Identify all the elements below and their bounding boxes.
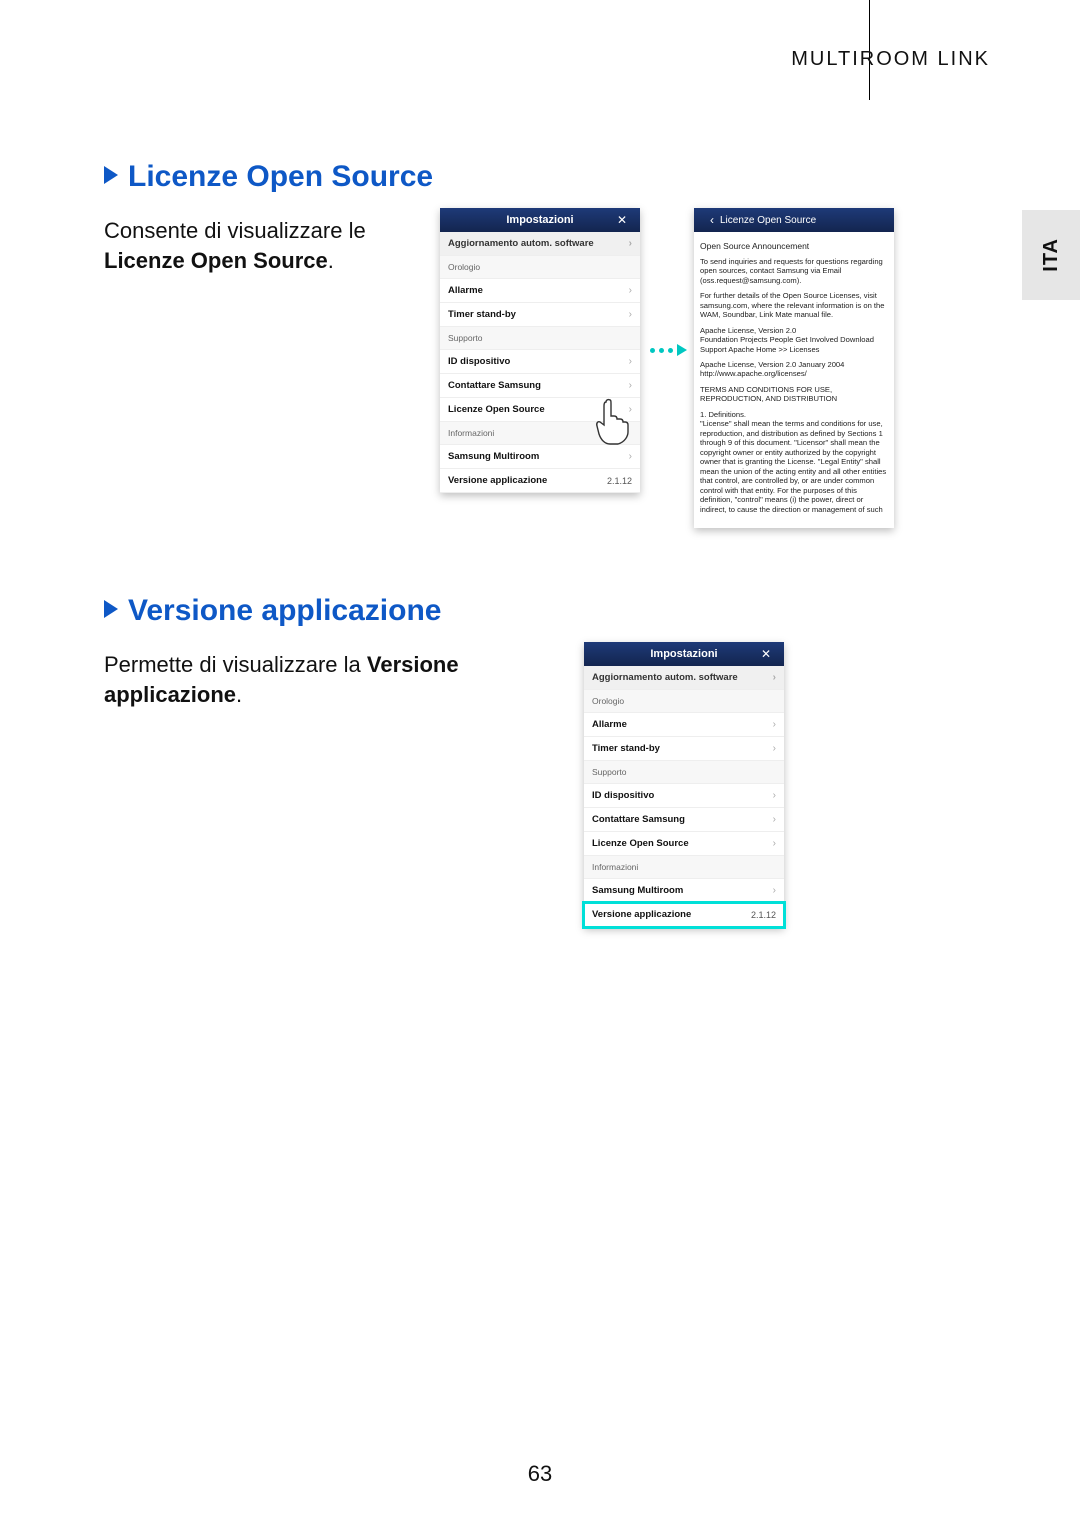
chevron-right-icon: ›	[629, 356, 632, 367]
list-item[interactable]: Contattare Samsung›	[584, 808, 784, 832]
chevron-right-icon: ›	[629, 451, 632, 462]
close-icon[interactable]: ✕	[610, 208, 634, 232]
language-tab-label: ITA	[1040, 238, 1063, 272]
chevron-right-icon: ›	[629, 380, 632, 391]
phone-header: Impostazioni ✕	[440, 208, 640, 232]
list-item[interactable]: Aggiornamento autom. software›	[440, 232, 640, 256]
manual-page: MULTIROOM LINK ITA Licenze Open Source C…	[0, 0, 1080, 1527]
list-item[interactable]: Aggiornamento autom. software›	[584, 666, 784, 690]
list-item[interactable]: Allarme›	[440, 279, 640, 303]
chevron-right-icon: ›	[773, 838, 776, 849]
chevron-right-icon: ›	[629, 238, 632, 249]
list-item: Versione applicazione2.1.12	[440, 469, 640, 493]
list-item[interactable]: Contattare Samsung›	[440, 374, 640, 398]
screenshot-settings-2: Impostazioni ✕ Aggiornamento autom. soft…	[584, 642, 784, 927]
phone-header: Impostazioni ✕	[584, 642, 784, 666]
triangle-bullet-icon	[104, 600, 118, 618]
chevron-right-icon: ›	[773, 743, 776, 754]
list-section-header: Informazioni	[584, 856, 784, 879]
list-item[interactable]: Timer stand-by›	[584, 737, 784, 761]
list-item-app-version: Versione applicazione2.1.12	[584, 903, 784, 927]
list-item[interactable]: Licenze Open Source›	[584, 832, 784, 856]
list-section-header: Supporto	[440, 327, 640, 350]
section-body: Permette di visualizzare la Versione app…	[104, 650, 474, 709]
phone-header-title: Impostazioni	[650, 648, 717, 660]
list-item[interactable]: Allarme›	[584, 713, 784, 737]
section-title: Licenze Open Source	[104, 160, 884, 194]
triangle-bullet-icon	[104, 166, 118, 184]
dotted-arrow-icon	[650, 344, 687, 356]
list-section-header: Supporto	[584, 761, 784, 784]
list-section-header: Orologio	[584, 690, 784, 713]
back-icon[interactable]: ‹	[700, 208, 724, 232]
tap-finger-icon	[592, 398, 632, 446]
phone-header-title: Impostazioni	[506, 214, 573, 226]
close-icon[interactable]: ✕	[754, 642, 778, 666]
list-section-header: Orologio	[440, 256, 640, 279]
chevron-right-icon: ›	[773, 885, 776, 896]
chevron-right-icon: ›	[773, 790, 776, 801]
language-tab: ITA	[1022, 210, 1080, 300]
page-number: 63	[0, 1461, 1080, 1487]
chevron-right-icon: ›	[773, 719, 776, 730]
phone-header: ‹ Licenze Open Source	[694, 208, 894, 232]
list-item[interactable]: Timer stand-by›	[440, 303, 640, 327]
screenshot-license-detail: ‹ Licenze Open Source Open Source Announ…	[694, 208, 894, 528]
chevron-right-icon: ›	[773, 672, 776, 683]
license-text: Open Source Announcement To send inquiri…	[694, 232, 894, 528]
section-body: Consente di visualizzare le Licenze Open…	[104, 216, 424, 275]
list-item[interactable]: ID dispositivo›	[584, 784, 784, 808]
chevron-right-icon: ›	[629, 285, 632, 296]
section-title: Versione applicazione	[104, 594, 884, 628]
chevron-right-icon: ›	[629, 309, 632, 320]
header-title: MULTIROOM LINK	[791, 48, 990, 71]
list-item[interactable]: Samsung Multiroom›	[584, 879, 784, 903]
screenshot-settings-1: Impostazioni ✕ Aggiornamento autom. soft…	[440, 208, 640, 493]
list-item[interactable]: Samsung Multiroom›	[440, 445, 640, 469]
chevron-right-icon: ›	[773, 814, 776, 825]
phone-header-title: Licenze Open Source	[720, 215, 816, 226]
list-item[interactable]: ID dispositivo›	[440, 350, 640, 374]
